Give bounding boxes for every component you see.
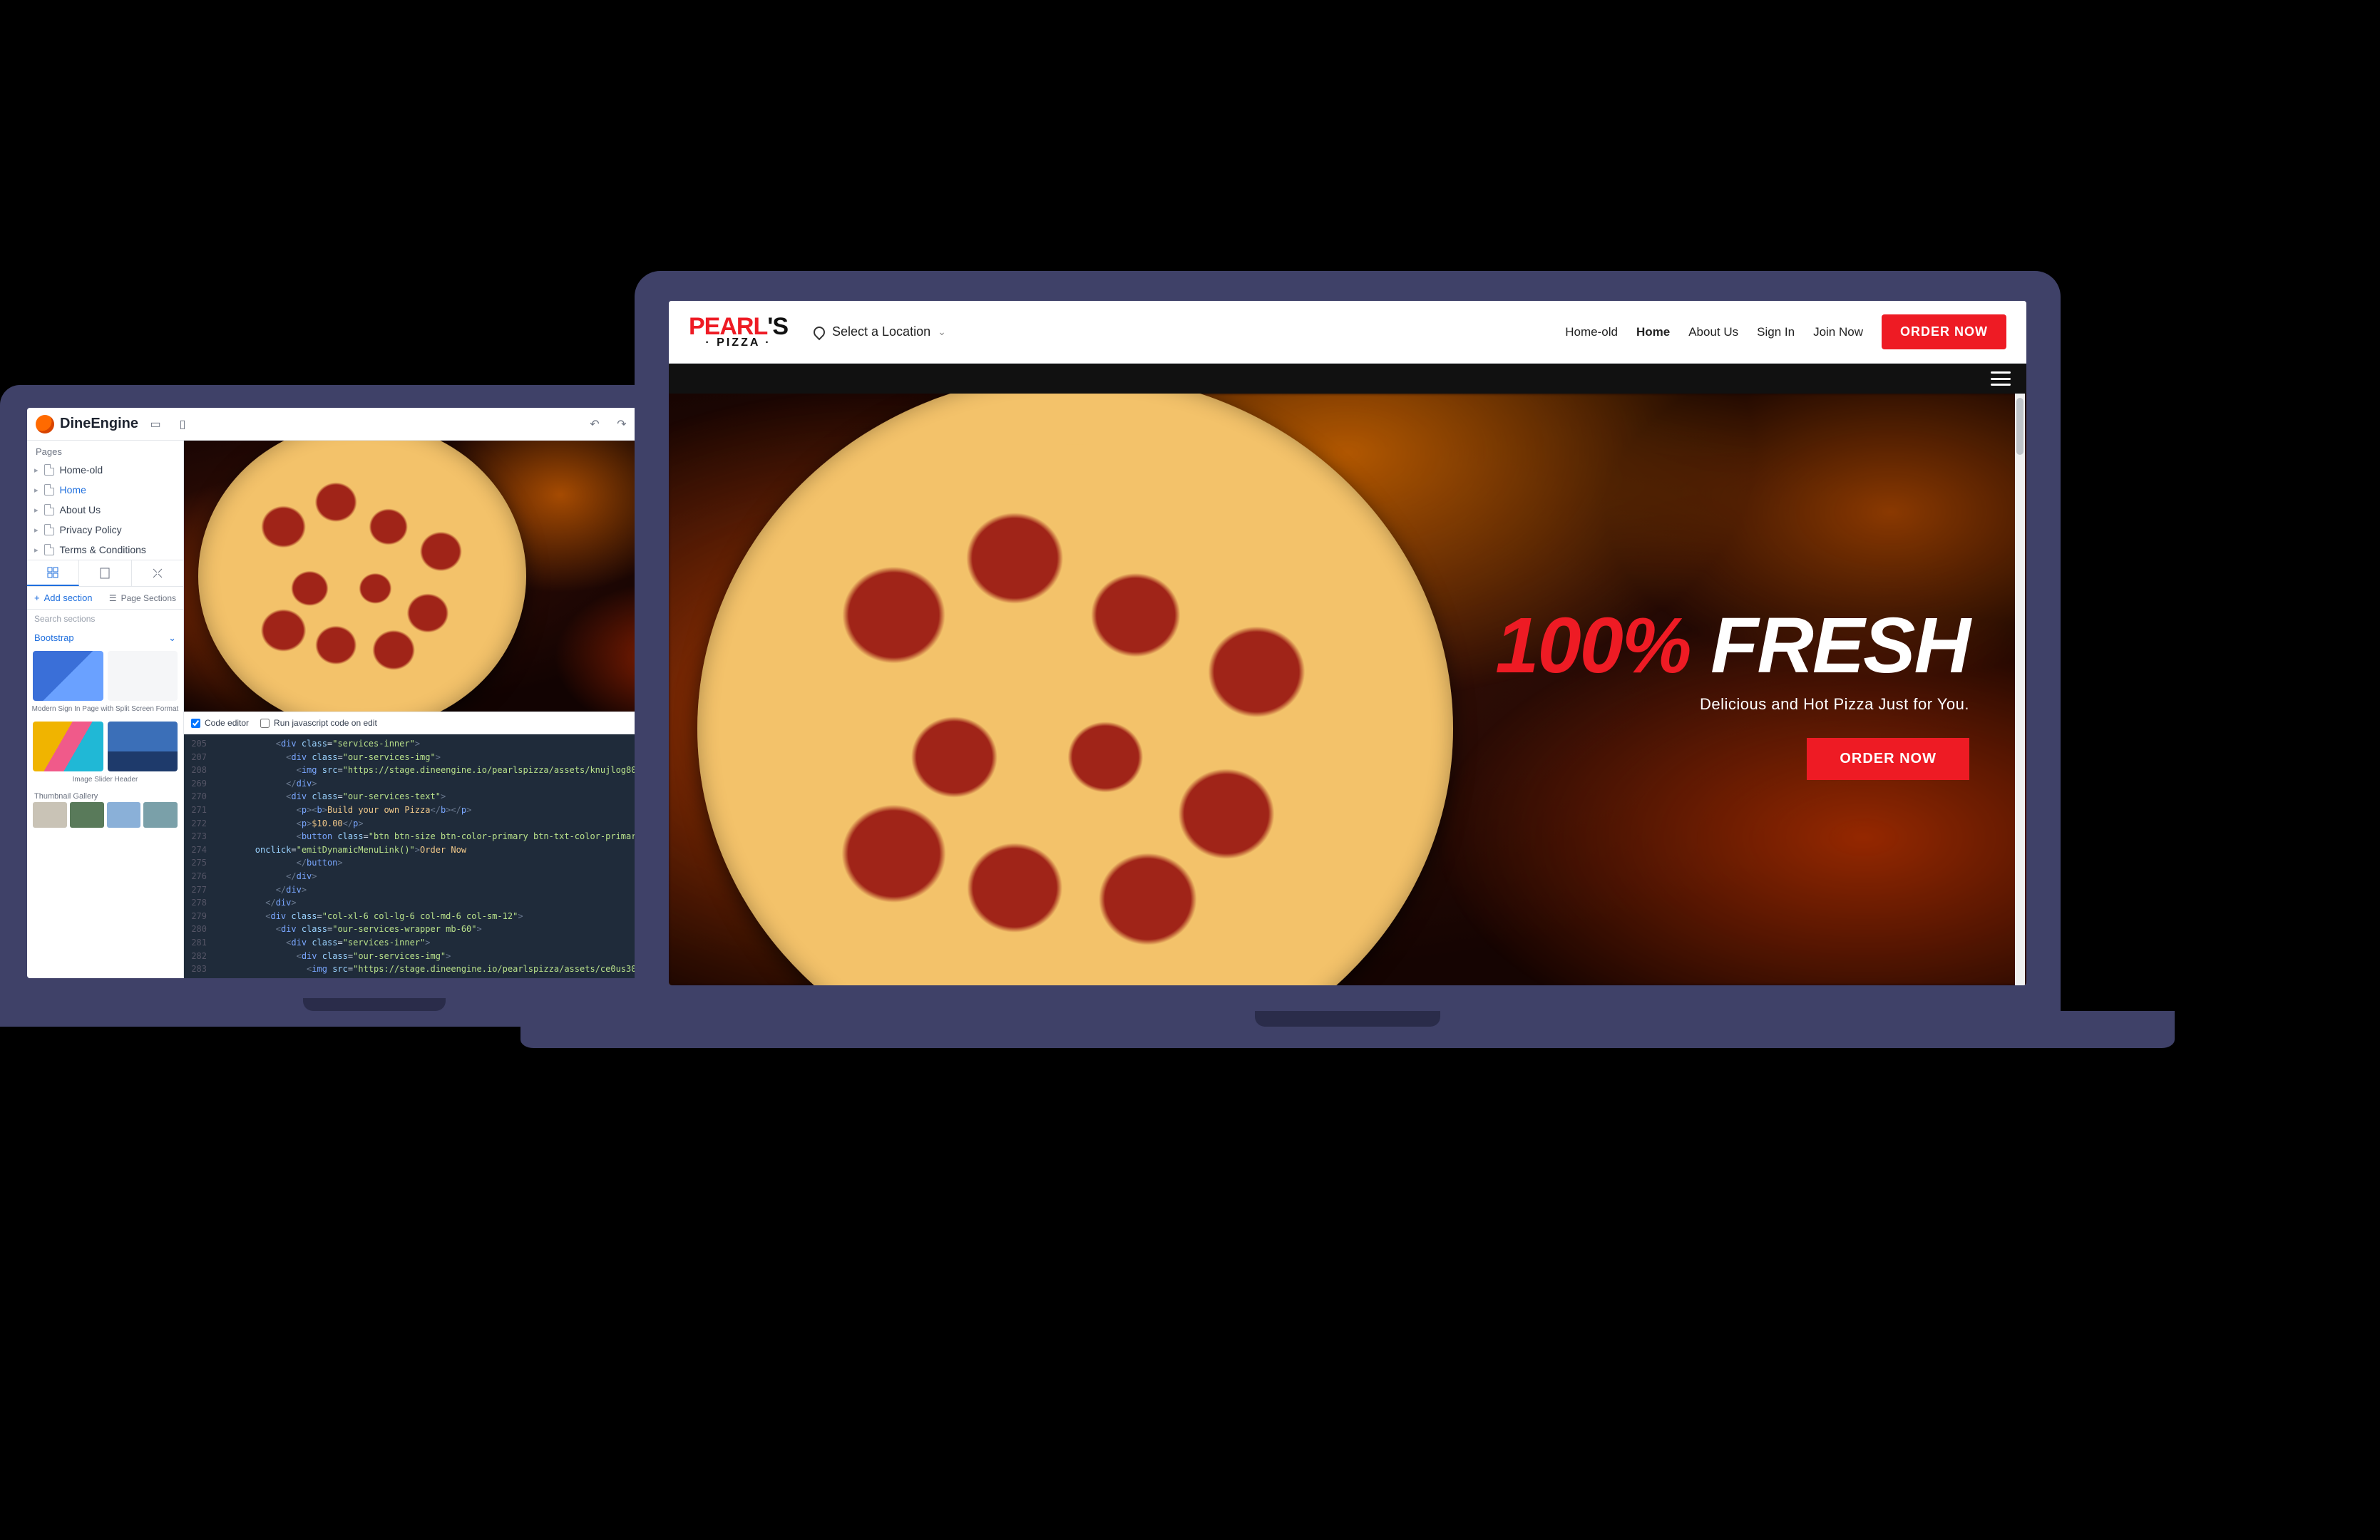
pearls-pizza-site: PEARL'S · PIZZA · Select a Location ⌄ Ho… [669,301,2026,985]
thumb-caption: Image Slider Header [27,774,183,789]
sidebar-mode-tabs [27,560,183,587]
chevron-down-icon: ⌄ [168,632,176,644]
tab-tools[interactable] [132,560,183,586]
gallery-thumb[interactable] [70,802,104,828]
template-thumb[interactable] [33,651,103,701]
gallery-thumb[interactable] [107,802,141,828]
mobile-view-icon[interactable]: ▯ [173,414,193,434]
header-order-button[interactable]: ORDER NOW [1882,314,2006,349]
template-thumb[interactable] [108,651,178,701]
hamburger-icon[interactable] [1991,371,2011,386]
hero-pizza-image [198,441,526,712]
page-item-label: Privacy Policy [60,524,122,535]
plus-icon: + [34,592,40,603]
location-pin-icon [811,324,828,340]
nav-link[interactable]: Sign In [1757,325,1795,339]
brand-logo[interactable]: PEARL'S · PIZZA · [689,316,788,348]
hero-section: 100% FRESH Delicious and Hot Pizza Just … [669,394,2026,985]
logo-icon [36,415,54,433]
list-icon: ☰ [109,593,117,603]
chevron-right-icon: ▸ [34,466,39,475]
nav-link[interactable]: Home [1636,325,1670,339]
undo-icon[interactable]: ↶ [585,414,605,434]
page-item-label: Home-old [60,464,103,476]
accordion-bootstrap[interactable]: Bootstrap ⌄ [27,628,183,648]
run-js-toggle[interactable]: Run javascript code on edit [260,718,377,728]
location-label: Select a Location [832,324,930,339]
template-thumb[interactable] [108,722,178,771]
page-icon [100,568,110,579]
document-icon [44,484,54,496]
nav-link[interactable]: Home-old [1565,325,1618,339]
document-icon [44,504,54,515]
hero-pizza-image [697,394,1453,985]
chevron-right-icon: ▸ [34,486,39,495]
gallery-thumb[interactable] [143,802,178,828]
nav-link[interactable]: About Us [1688,325,1738,339]
page-item[interactable]: ▸ About Us [27,500,183,520]
chevron-right-icon: ▸ [34,505,39,515]
page-item-label: About Us [60,504,101,515]
website-laptop: PEARL'S · PIZZA · Select a Location ⌄ Ho… [635,271,2061,1048]
thumb-caption: Modern Sign In Page with Split Screen Fo… [27,704,183,719]
tab-components[interactable] [27,560,79,586]
nav-link[interactable]: Join Now [1813,325,1863,339]
add-section-button[interactable]: + Add section [34,592,93,603]
page-builder-app: DineEngine ▭ ▯ ↶ ↷ ⋯ ◉ ⤢ DIV Pages ▸Home… [27,408,722,978]
hero-subtitle: Delicious and Hot Pizza Just for You. [1495,695,1969,714]
page-item[interactable]: ▸ Privacy Policy [27,520,183,540]
document-icon [44,524,54,535]
pages-label: Pages [27,441,183,460]
template-thumb[interactable] [33,722,103,771]
tools-icon [152,568,163,579]
editor-topbar: DineEngine ▭ ▯ ↶ ↷ ⋯ ◉ ⤢ [27,408,722,441]
chevron-right-icon: ▸ [34,525,39,535]
hero-headline: 100% FRESH [1495,600,1969,691]
page-item[interactable]: ▸ Home [27,480,183,500]
chevron-right-icon: ▸ [34,545,39,555]
primary-nav: Home-old Home About Us Sign In Join Now [1565,325,1863,339]
page-item[interactable]: ▸ Home-old [27,460,183,480]
tab-pages[interactable] [79,560,131,586]
components-icon [47,567,58,578]
desktop-view-icon[interactable]: ▭ [145,414,165,434]
scrollbar[interactable] [2015,394,2025,985]
document-icon [44,544,54,555]
page-item-label: Terms & Conditions [60,544,146,555]
code-editor-toggle[interactable]: Code editor [191,718,249,728]
location-selector[interactable]: Select a Location ⌄ [814,324,946,339]
page-item[interactable]: ▸ Terms & Conditions [27,540,183,560]
page-sections-toggle[interactable]: ☰ Page Sections [109,593,176,603]
secondary-bar [669,364,2026,394]
page-item-label: Home [60,484,86,496]
document-icon [44,464,54,476]
gallery-thumb[interactable] [33,802,67,828]
gallery-label: Thumbnail Gallery [27,789,183,802]
app-logo: DineEngine [36,415,138,433]
app-name: DineEngine [60,416,138,432]
redo-icon[interactable]: ↷ [612,414,632,434]
site-header: PEARL'S · PIZZA · Select a Location ⌄ Ho… [669,301,2026,364]
editor-sidebar: Pages ▸ Home-old ▸ Home ▸ About Us ▸ Privacy Po… [27,441,184,978]
chevron-down-icon: ⌄ [938,326,946,338]
search-sections-input[interactable]: Search sections [27,610,183,628]
hero-order-button[interactable]: ORDER NOW [1807,738,1969,780]
